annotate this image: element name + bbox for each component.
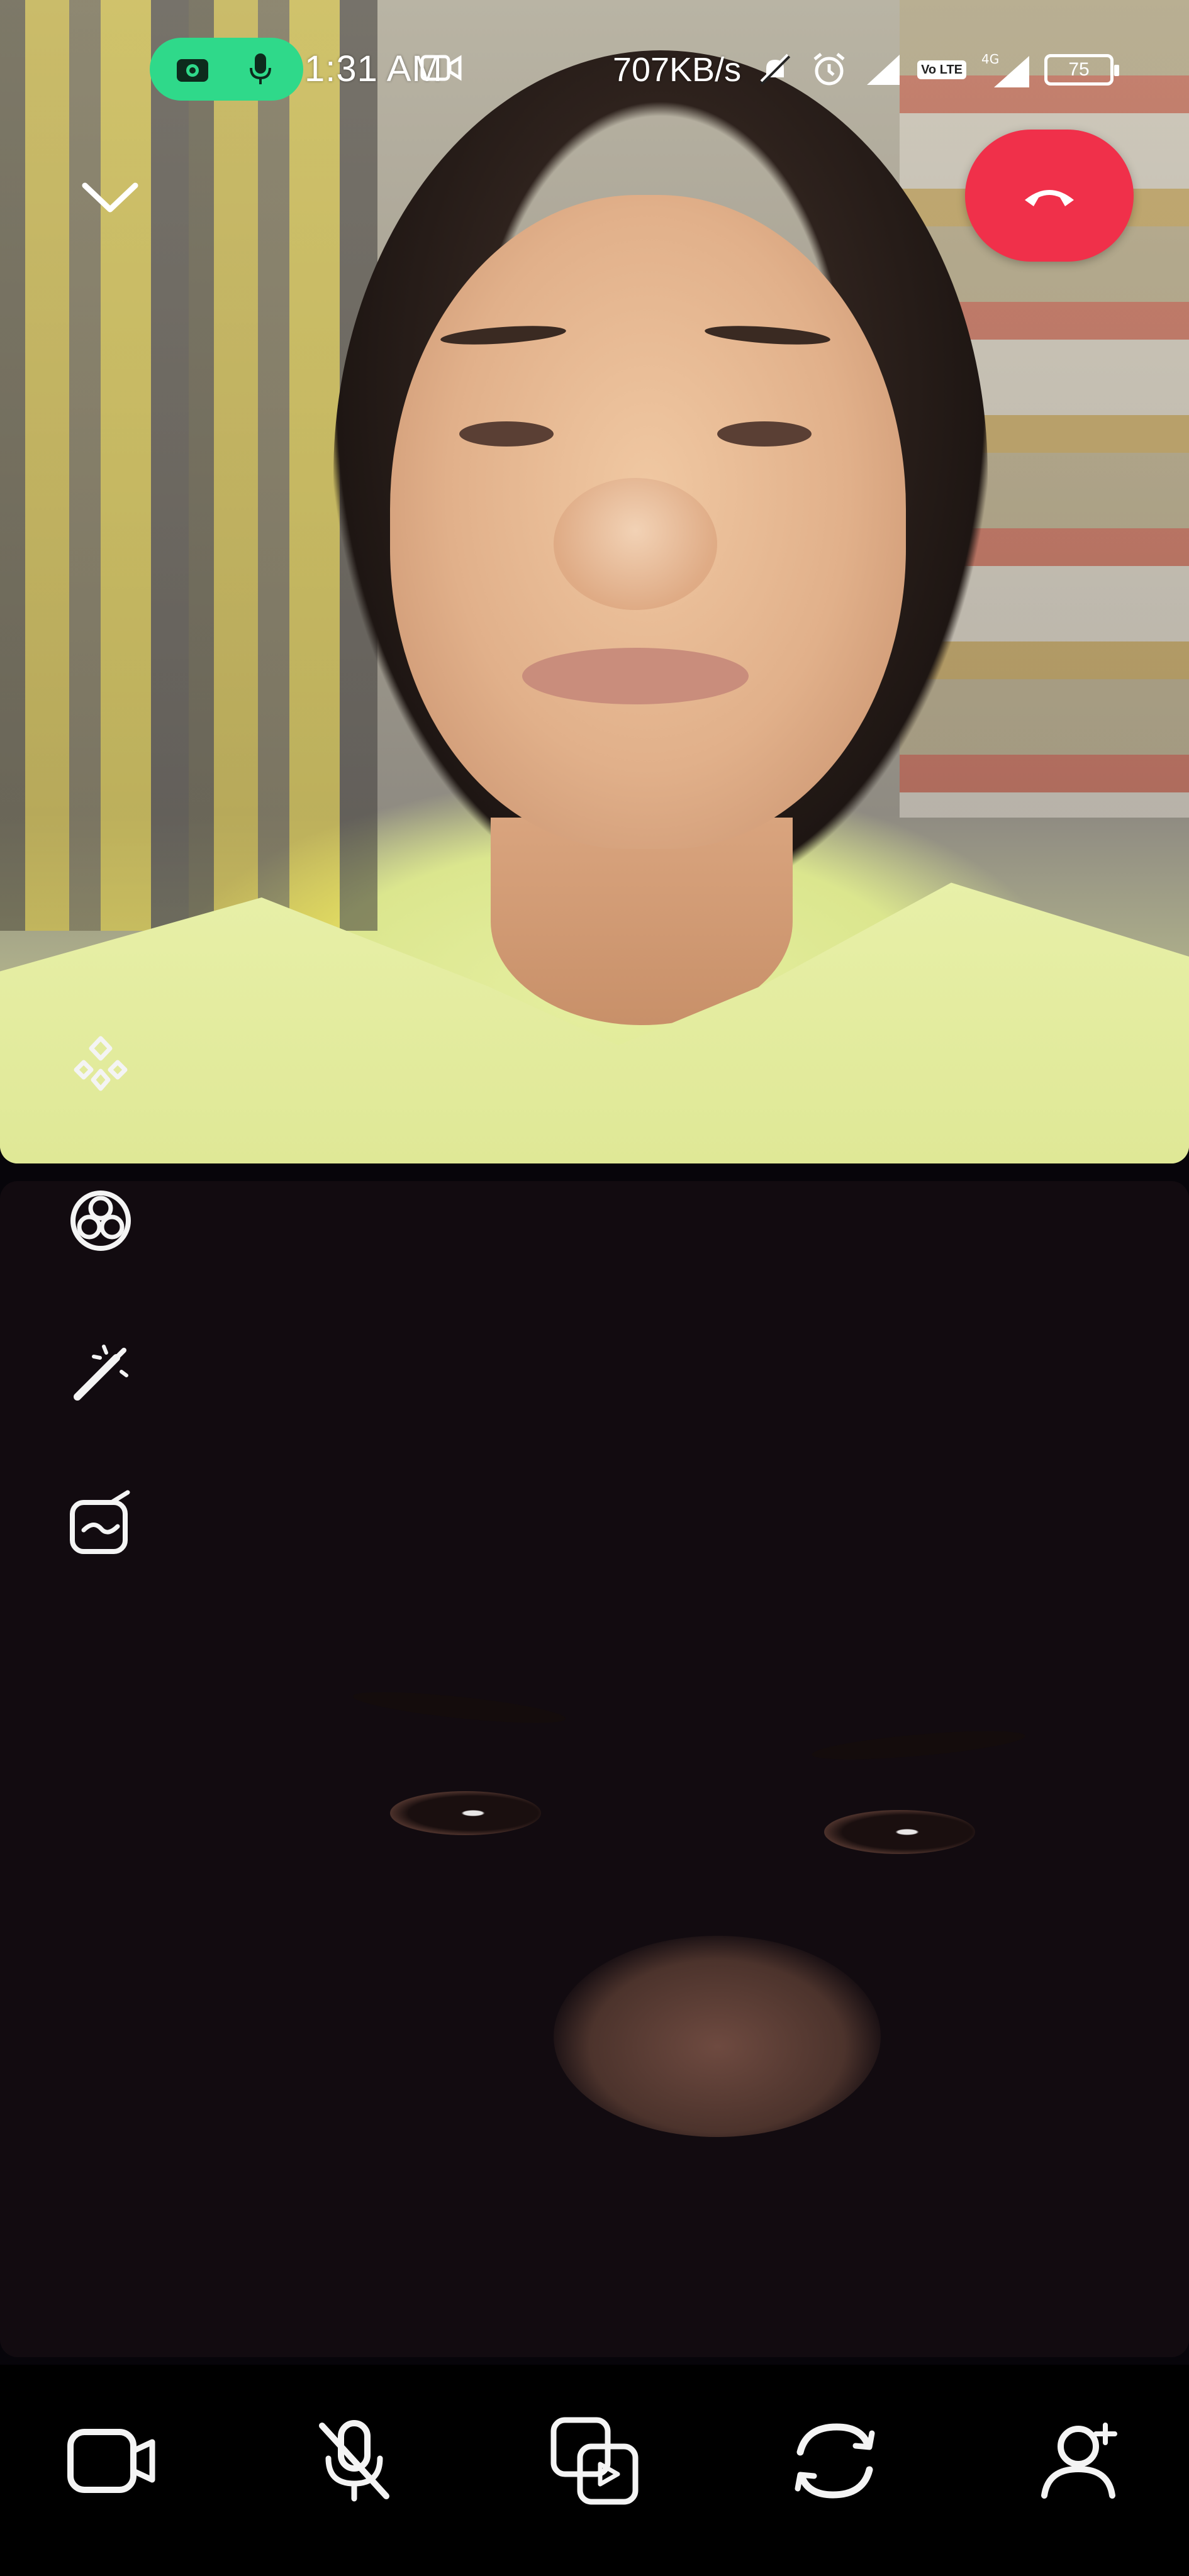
magic-wand-button[interactable] bbox=[60, 1335, 141, 1415]
local-brow-left bbox=[352, 1685, 567, 1729]
mute-notifications-icon bbox=[755, 50, 795, 90]
add-participant-icon bbox=[1032, 2420, 1126, 2505]
end-call-button[interactable] bbox=[965, 130, 1134, 262]
end-call-icon bbox=[1021, 179, 1078, 213]
camera-icon bbox=[174, 50, 211, 88]
mic-off-icon bbox=[313, 2417, 395, 2508]
background-edit-button[interactable] bbox=[60, 1485, 141, 1566]
local-video-feed[interactable] bbox=[0, 1181, 1189, 2357]
local-person-nose bbox=[554, 1936, 881, 2137]
microphone-icon bbox=[242, 50, 279, 88]
local-eye-left bbox=[390, 1791, 541, 1835]
mic-off-button[interactable] bbox=[301, 2409, 408, 2516]
camera-off-button[interactable] bbox=[58, 2409, 165, 2516]
bottom-control-bar bbox=[0, 2365, 1189, 2576]
battery-level: 75 bbox=[1068, 59, 1090, 80]
filter-button[interactable] bbox=[60, 1180, 141, 1260]
switch-camera-icon bbox=[788, 2417, 882, 2508]
remote-eye-right bbox=[717, 421, 812, 447]
alarm-icon bbox=[809, 50, 849, 90]
effects-icon bbox=[66, 1030, 135, 1102]
volte-icon: Vo LTE bbox=[917, 60, 966, 79]
effects-button[interactable] bbox=[60, 1025, 141, 1106]
remote-person-nose bbox=[554, 478, 717, 610]
status-right-group: 707KB/s Vo LTE 4G 75 bbox=[612, 42, 1119, 98]
active-call-pill[interactable] bbox=[150, 38, 303, 101]
remote-eye-left bbox=[459, 421, 554, 447]
camera-off-icon bbox=[64, 2423, 159, 2502]
screen-share-button[interactable] bbox=[541, 2409, 648, 2516]
local-brow-right bbox=[811, 1725, 1026, 1765]
video-recording-icon bbox=[420, 53, 462, 86]
battery-icon: 75 bbox=[1044, 54, 1119, 86]
status-bar: 1:31 AM 707KB/s Vo LTE 4G 75 bbox=[0, 25, 1189, 113]
signal-icon bbox=[863, 50, 903, 90]
remote-person-lips bbox=[522, 648, 749, 704]
network-type-label: 4G bbox=[981, 52, 999, 67]
switch-camera-button[interactable] bbox=[781, 2409, 888, 2516]
background-shelf-left bbox=[0, 0, 377, 931]
background-edit-icon bbox=[66, 1490, 135, 1562]
signal-4g-icon: 4G bbox=[980, 50, 1030, 90]
add-participant-button[interactable] bbox=[1025, 2409, 1132, 2516]
local-eye-right bbox=[824, 1810, 975, 1854]
chevron-down-icon bbox=[80, 178, 140, 219]
screen-share-icon bbox=[547, 2414, 642, 2511]
collapse-call-button[interactable] bbox=[75, 170, 145, 226]
network-speed: 707KB/s bbox=[612, 51, 742, 89]
magic-wand-icon bbox=[66, 1339, 135, 1411]
filter-icon bbox=[66, 1184, 135, 1257]
